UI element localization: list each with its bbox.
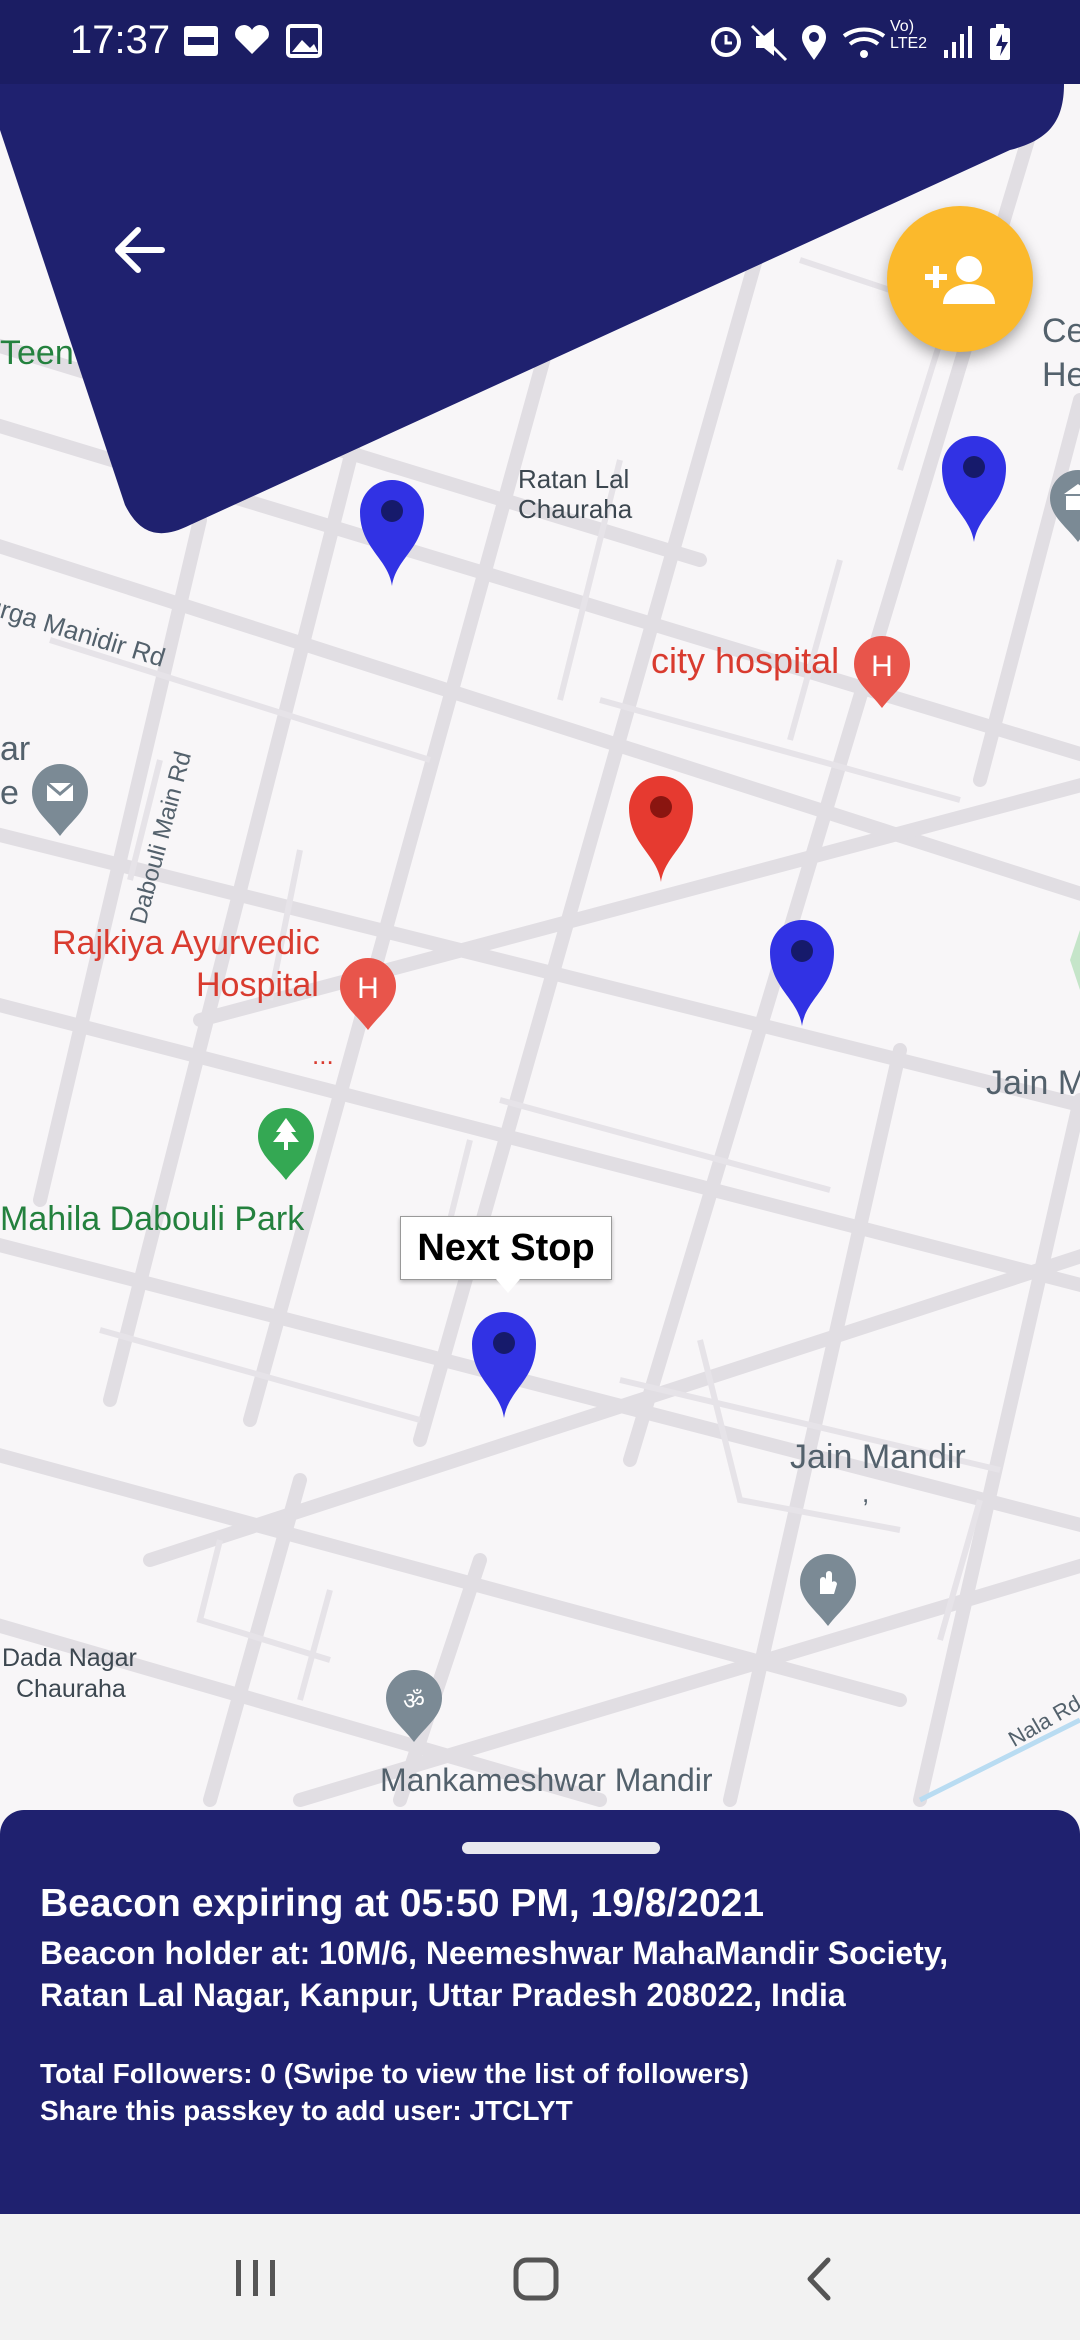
battery-icon xyxy=(990,24,1010,60)
followers-count-text: Total Followers: 0 (Swipe to view the li… xyxy=(40,2058,749,2089)
next-stop-callout[interactable]: Next Stop xyxy=(400,1216,612,1293)
health-icon xyxy=(235,25,269,54)
place-dada-nagar-line2: Chauraha xyxy=(16,1675,126,1703)
beacon-expiry-text: Beacon expiring at 05:50 PM, 19/8/2021 xyxy=(40,1882,765,1925)
add-user-button[interactable] xyxy=(887,206,1033,352)
status-right-icons xyxy=(711,24,1010,62)
home-icon[interactable] xyxy=(512,2256,560,2302)
post-office-icon[interactable] xyxy=(30,764,90,838)
mute-icon xyxy=(750,24,788,62)
sheet-drag-handle[interactable] xyxy=(462,1842,660,1854)
place-e: e xyxy=(0,774,19,812)
place-dada-nagar-line1: Dada Nagar xyxy=(2,1644,137,1672)
paytm-icon xyxy=(184,26,218,56)
place-mankameshwar: Mankameshwar Mandir xyxy=(380,1762,713,1798)
beacon-holder-marker-icon[interactable] xyxy=(627,774,695,884)
gallery-icon xyxy=(286,24,322,58)
place-jain-mandir-comma: , xyxy=(862,1478,870,1508)
om-temple-icon[interactable]: ॐ xyxy=(384,1670,444,1744)
park-icon[interactable] xyxy=(256,1108,316,1182)
system-nav-bar xyxy=(0,2214,1080,2340)
back-nav-icon[interactable] xyxy=(800,2256,840,2302)
beacon-info-sheet[interactable]: Beacon expiring at 05:50 PM, 19/8/2021 B… xyxy=(0,1810,1080,2214)
status-left-icons xyxy=(184,24,322,58)
svg-text:ॐ: ॐ xyxy=(403,1687,425,1715)
signal-icon xyxy=(944,26,972,58)
wifi-icon xyxy=(842,27,886,58)
person-add-icon xyxy=(925,256,995,304)
status-bar: 17:37 Vo) LTE2 xyxy=(0,0,1080,84)
status-time: 17:37 xyxy=(70,18,171,62)
place-rajkiya-line2: Hospital xyxy=(196,966,319,1004)
recents-icon[interactable] xyxy=(232,2258,280,2298)
place-ellipsis: ... xyxy=(312,1040,334,1070)
place-jain-mandir: Jain Mandir xyxy=(790,1438,966,1476)
place-city-hospital: city hospital xyxy=(651,640,840,681)
svg-text:H: H xyxy=(357,972,379,1005)
place-rajkiya-line1: Rajkiya Ayurvedic xyxy=(52,924,320,962)
alarm-icon xyxy=(711,27,741,57)
beacon-holder-address: Beacon holder at: 10M/6, Neemeshwar Maha… xyxy=(40,1935,949,2013)
place-mahila-park: Mahila Dabouli Park xyxy=(0,1200,305,1238)
hospital-icon[interactable]: H xyxy=(852,636,912,710)
arrow-back-icon[interactable] xyxy=(104,214,176,286)
place-ar: ar xyxy=(0,730,31,768)
follower-marker-icon[interactable] xyxy=(768,918,836,1028)
svg-text:H: H xyxy=(871,650,893,683)
hospital-icon[interactable]: H xyxy=(338,958,398,1032)
next-stop-marker-icon[interactable] xyxy=(470,1310,538,1420)
temple-icon[interactable] xyxy=(798,1554,858,1628)
place-jain-m: Jain M xyxy=(986,1064,1080,1102)
location-icon xyxy=(802,25,826,60)
passkey-text: Share this passkey to add user: JTCLYT xyxy=(40,2095,573,2126)
